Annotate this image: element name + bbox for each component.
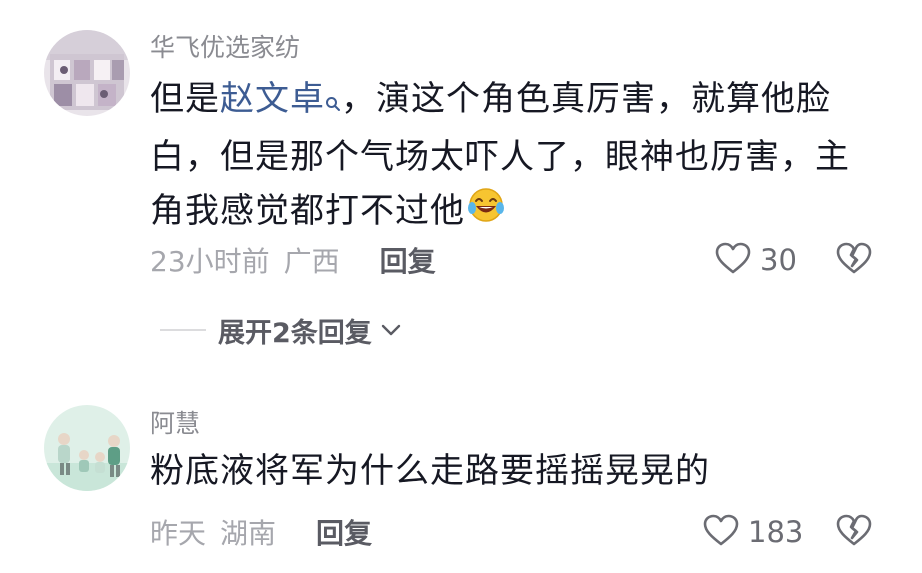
like-button[interactable]: 30 (714, 240, 797, 280)
comment-item: 华飞优选家纺 但是赵文卓 ，演这个角色真厉害，就算他脸 白，但是那个气场太吓人了，… (0, 0, 922, 360)
comment-time: 23小时前 (150, 245, 270, 278)
comment-text: 粉底液将军为什么走路要摇摇晃晃的 (150, 444, 880, 498)
comment-username[interactable]: 华飞优选家纺 (150, 28, 300, 64)
dislike-button[interactable] (834, 512, 874, 552)
dislike-button[interactable] (834, 240, 874, 280)
comment-username[interactable]: 阿慧 (150, 404, 200, 440)
comment-meta: 昨天 湖南 回复 (150, 512, 372, 552)
heart-outline-icon (714, 241, 752, 279)
comment-time: 昨天 (150, 517, 207, 550)
mention-link[interactable]: 赵文卓 (220, 79, 325, 119)
comment-meta: 23小时前 广西 回复 (150, 240, 436, 280)
like-button[interactable]: 183 (702, 512, 803, 552)
comment-text-part: ，演这个角色真厉害，就算他脸 (341, 79, 831, 119)
comment-text: 但是赵文卓 ，演这个角色真厉害，就算他脸 白，但是那个气场太吓人了，眼神也厉害，主… (150, 72, 880, 240)
comment-location: 湖南 (220, 517, 277, 550)
comment-text-part: 粉底液将军为什么走路要摇摇晃晃的 (150, 451, 710, 491)
comment-item: 阿慧 粉底液将军为什么走路要摇摇晃晃的 昨天 湖南 回复 183 (0, 380, 922, 573)
avatar[interactable] (44, 405, 130, 491)
chevron-down-icon (380, 323, 402, 337)
reply-button[interactable]: 回复 (316, 512, 372, 552)
expand-replies-label: 展开2条回复 (218, 317, 372, 349)
expand-replies-button[interactable]: 展开2条回复 (160, 310, 402, 350)
broken-heart-icon (835, 241, 873, 279)
reply-button[interactable]: 回复 (380, 240, 436, 280)
like-count: 183 (748, 515, 804, 549)
comment-text-part: 白，但是那个气场太吓人了，眼神也厉害，主 (150, 137, 850, 177)
broken-heart-icon (835, 513, 873, 551)
laugh-tears-emoji (467, 186, 505, 240)
divider-line (160, 329, 206, 331)
comment-location: 广西 (283, 245, 340, 278)
comment-text-part: 但是 (150, 79, 220, 119)
search-icon[interactable] (325, 76, 341, 130)
like-count: 30 (760, 243, 797, 277)
avatar[interactable] (44, 30, 130, 116)
heart-outline-icon (702, 513, 740, 551)
comment-text-part: 角我感觉都打不过他 (150, 191, 465, 231)
